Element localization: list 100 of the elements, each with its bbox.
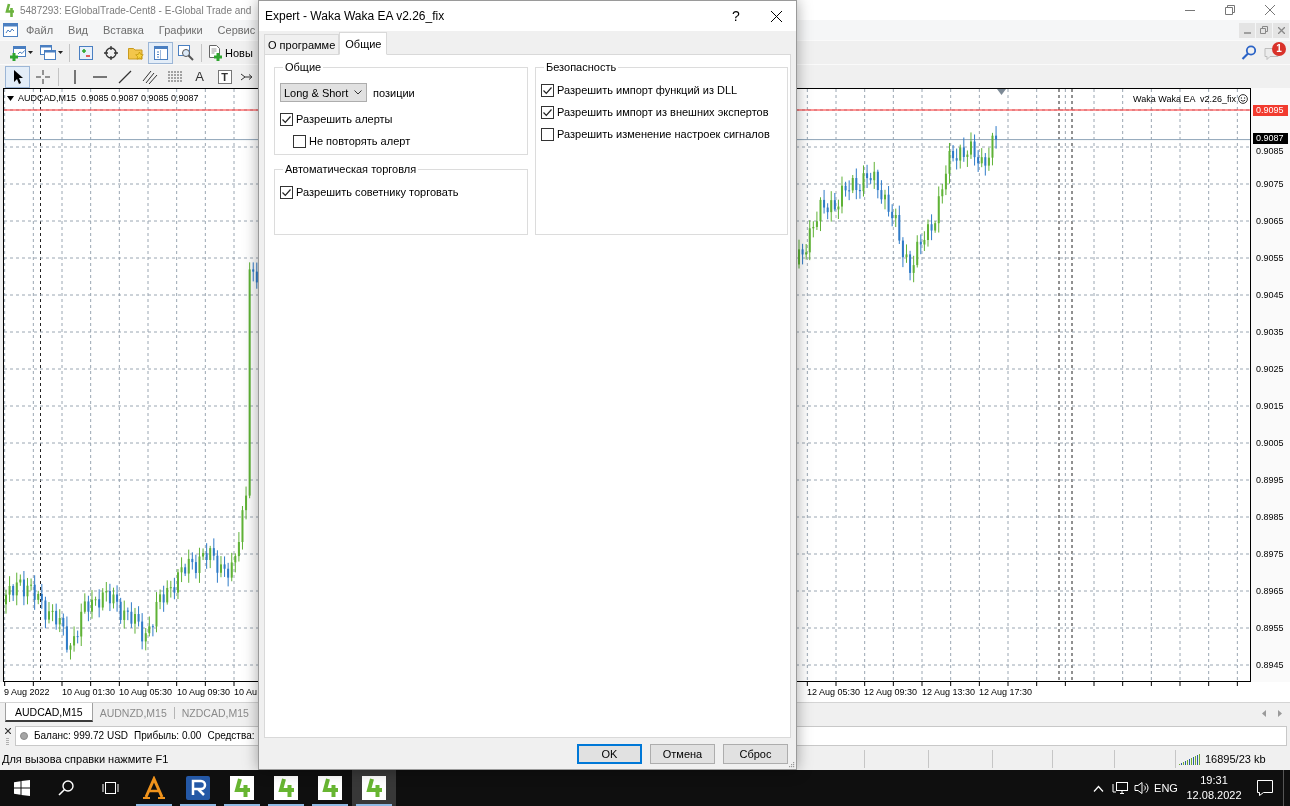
price-label: 0.9015 [1256,401,1284,411]
search-icon [1240,45,1256,60]
grip-icon [6,738,9,746]
window-title: 5487293: EGlobalTrade-Cent8 - E-Global Trade and [20,4,252,16]
windows-logo-icon [14,780,30,796]
cursor-tool-button[interactable] [5,65,30,88]
chart-window-icon [3,23,18,37]
price-label: 0.9005 [1256,438,1284,448]
text-tool-button[interactable]: A [187,65,212,88]
group-title: Общие [284,61,323,74]
time-label: 10 Aug 05:30 [119,687,173,698]
menu-item[interactable]: Графики [158,21,203,39]
chevron-up-icon[interactable] [1092,784,1104,792]
tab[interactable]: Общие [339,32,388,55]
summary-item: Баланс: 999.72 USD [34,730,129,741]
volume-icon[interactable] [1133,780,1149,796]
notifications-button[interactable]: 1 [1258,41,1286,64]
group-title: Безопасность [545,61,618,74]
four-logo-icon [230,776,254,800]
restore-icon [1225,5,1235,15]
dialog-title: Expert - Waka Waka EA v2.26_fix [265,9,445,23]
time-label: 9 Aug 2022 [4,687,50,698]
summary-item: Прибыль: 0.00 [134,730,202,741]
time-label: 10 Aug 01:30 [62,687,116,698]
menu-item[interactable]: Вставка [102,21,144,39]
clock[interactable]: 19:31 12.08.2022 [1181,770,1247,806]
help-button[interactable]: ? [716,1,756,31]
dialog-button[interactable]: Отмена [650,743,715,764]
four-logo-icon [362,776,386,800]
diagonal-line-icon [117,69,132,84]
time-label: 10 Aug 09:30 [177,687,231,698]
r-logo-icon [186,776,210,800]
price-label: 0.8955 [1256,623,1284,633]
tab[interactable]: О программе [264,34,340,54]
price-label: 0.9085 [1256,146,1284,156]
price-label: 0.8985 [1256,512,1284,522]
panel-list-icon [152,44,169,61]
new-order-button[interactable]: Новы [205,41,255,64]
four-logo-icon [318,776,342,800]
task-view-icon [101,780,119,796]
taskbar-app-button[interactable] [352,770,396,806]
search-icon [58,780,74,796]
menu-item[interactable]: Вид [68,21,88,39]
summary-item: Средства: [207,730,255,741]
restore-icon [1260,26,1268,34]
price-label: 0.9065 [1256,216,1284,226]
connection-bars-icon [1179,753,1201,765]
price-label: 0.9025 [1256,364,1284,374]
status-dot-icon [20,731,28,740]
status-text: Для вызова справки нажмите F1 [2,753,169,765]
hatched-lines-icon [141,68,158,85]
price-label: 0.8975 [1256,549,1284,559]
arrow-cursor-icon [11,68,24,85]
dialog-button[interactable]: Сброс [723,743,788,764]
document-plus-icon [207,44,223,61]
vertical-line-icon [72,69,77,84]
label-tool-button[interactable]: T [212,65,237,88]
chart-tab[interactable]: AUDCAD,M15 [5,703,93,722]
price-label: 0.8945 [1256,660,1284,670]
terminal-button[interactable] [148,41,173,64]
window-magnifier-icon [177,44,194,61]
notification-icon[interactable] [1256,779,1274,797]
notification-badge: 1 [1272,41,1286,56]
close-icon [1265,5,1275,15]
price-label: 0.8995 [1256,475,1284,485]
menu-item[interactable]: Сервис [217,21,256,39]
restore-button[interactable] [1256,22,1272,38]
price-tag: 0.9087 [1253,133,1288,145]
striped-lines-icon [166,69,183,84]
close-icon[interactable] [4,728,11,734]
time-label: 12 Aug 13:30 [922,687,976,698]
app-logo-icon [5,3,14,17]
traffic-status: 16895/23 kb [1205,753,1266,765]
price-label: 0.9045 [1256,290,1284,300]
price-label: 0.9055 [1256,253,1284,263]
close-icon [1277,26,1285,34]
time-label: 10 Au [234,687,258,698]
quotes-window-icon [77,44,94,61]
windows-icon [39,44,56,61]
caret-icon [57,51,63,54]
price-tag: 0.9095 [1253,104,1288,116]
horizontal-line-icon [92,74,107,79]
price-label: 0.9075 [1256,179,1284,189]
time-label: 12 Aug 05:30 [807,687,861,698]
a-logo-icon [142,776,166,800]
time-label: 12 Aug 09:30 [864,687,918,698]
network-icon[interactable] [1112,781,1128,795]
four-logo-icon [274,776,298,800]
time-label: 12 Aug 17:30 [979,687,1033,698]
menu-item[interactable]: Файл [26,21,54,39]
cross-lines-icon [34,68,51,85]
close-button[interactable] [1273,22,1289,38]
close-icon [770,10,782,22]
price-label: 0.9035 [1256,327,1284,337]
dialog-button[interactable]: OK [577,743,642,764]
caret-icon [27,51,33,54]
language-indicator[interactable]: ENG [1151,770,1181,806]
crosshair-icon [102,44,119,61]
window-plus-icon [9,44,26,61]
price-label: 0.8965 [1256,586,1284,596]
